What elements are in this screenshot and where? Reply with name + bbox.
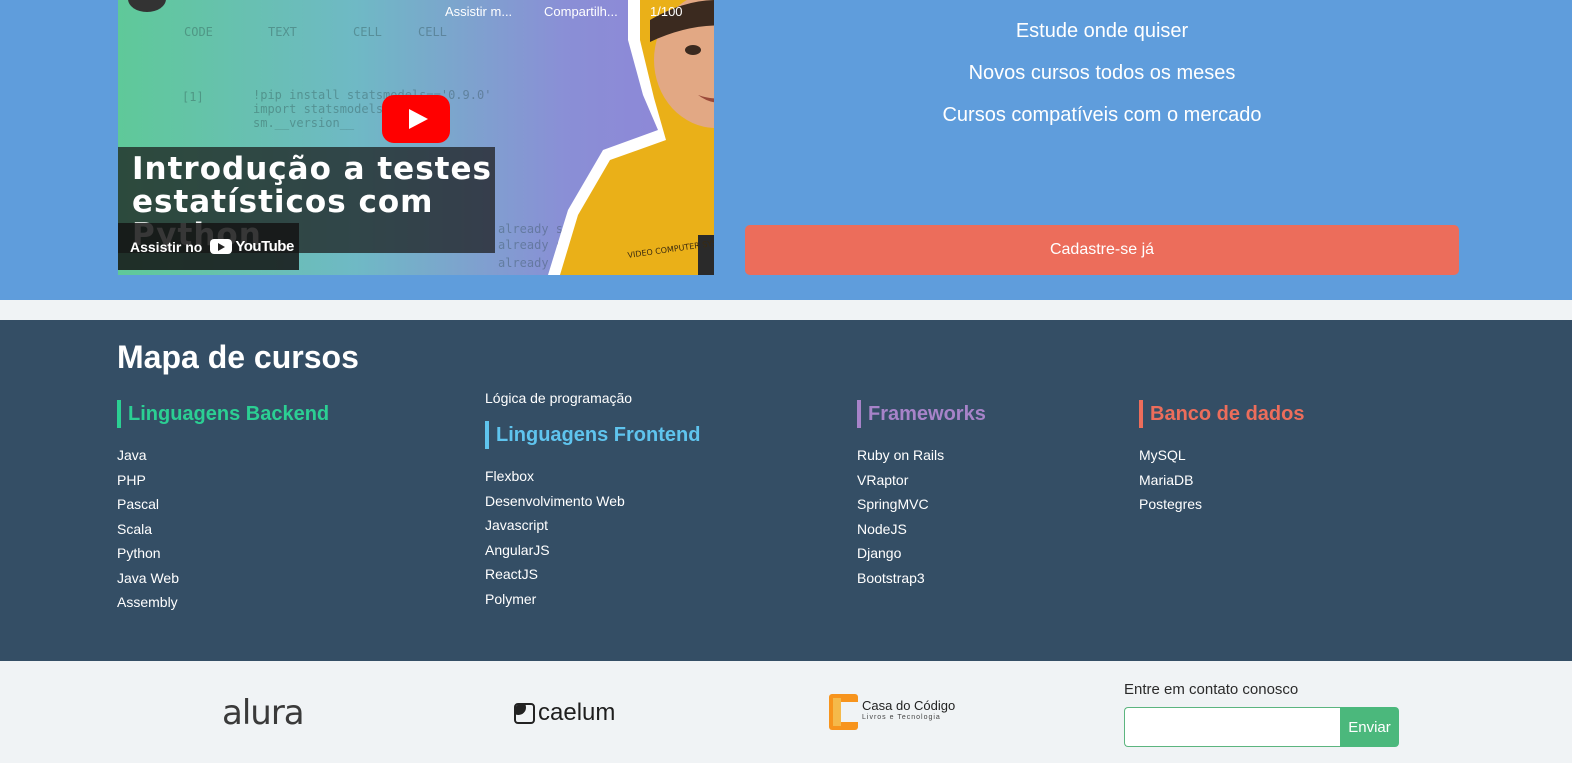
code-tab: CELL [418,25,447,39]
code-line: !pip install statsmodels=='0.9.0' [253,88,492,102]
code-tab: TEXT [268,25,297,39]
course-link[interactable]: VRaptor [857,470,986,495]
code-line: sm.__version__ [253,116,355,130]
course-link[interactable]: Polymer [485,589,700,614]
share-button[interactable]: Compartilh... [544,4,618,19]
course-map-title: Mapa de cursos [117,339,359,375]
watch-later-button[interactable]: Assistir m... [445,4,512,19]
category-frontend: Lógica de programação Linguagens Fronten… [485,390,700,613]
feature-item: Novos cursos todos os meses [968,62,1236,84]
course-link[interactable]: PHP [117,470,329,495]
course-link[interactable]: Python [117,543,329,568]
presenter-image: VIDEO COMPUTER SYSTEM [548,0,714,275]
youtube-icon [210,239,233,254]
category-links: Java PHP Pascal Scala Python Java Web As… [117,445,329,617]
course-link[interactable]: Desenvolvimento Web [485,491,700,516]
course-link[interactable]: Bootstrap3 [857,568,986,593]
play-button[interactable] [382,95,450,143]
casa-do-codigo-logo[interactable]: Casa do Código Livros e Tecnologia [829,694,955,730]
course-link[interactable]: Ruby on Rails [857,445,986,470]
category-databases: Banco de dados MySQL MariaDB Postegres [1139,400,1304,519]
caelum-wordmark: caelum [538,699,616,726]
playlist-counter[interactable]: 1/100 [650,4,683,19]
category-title: Linguagens Frontend [485,421,700,449]
course-link[interactable]: Pascal [117,494,329,519]
video-top-bar: Assistir m... Compartilh... 1/100 [118,0,714,24]
category-links: Ruby on Rails VRaptor SpringMVC NodeJS D… [857,445,986,592]
video-embed[interactable]: CODE TEXT CELL CELL [1] !pip install sta… [118,0,714,275]
category-links: MySQL MariaDB Postegres [1139,445,1304,519]
course-link[interactable]: AngularJS [485,540,700,565]
course-link[interactable]: MySQL [1139,445,1304,470]
course-link[interactable]: Java [117,445,329,470]
alura-logo[interactable]: alura [222,693,305,733]
course-link[interactable]: Django [857,543,986,568]
caelum-mark-icon [514,702,535,724]
signup-button[interactable]: Cadastre-se já [745,225,1459,275]
course-link[interactable]: Scala [117,519,329,544]
contact-label: Entre em contato conosco [1124,681,1299,698]
caelum-logo[interactable]: caelum [514,699,615,727]
code-line: [1] [182,90,204,104]
code-line: import statsmodels [253,102,384,116]
watch-on-youtube-button[interactable]: Assistir no YouTube [118,223,299,270]
course-link[interactable]: Assembly [117,592,329,617]
casa-do-codigo-title: Casa do Código [862,698,956,713]
category-links: Flexbox Desenvolvimento Web Javascript A… [485,466,700,613]
code-tab: CODE [184,25,213,39]
feature-item: Estude onde quiser [1015,20,1189,42]
category-title: Linguagens Backend [117,400,329,428]
channel-avatar-icon[interactable] [128,0,166,12]
feature-item: Cursos compatíveis com o mercado [942,104,1262,126]
course-link[interactable]: SpringMVC [857,494,986,519]
category-backend: Linguagens Backend Java PHP Pascal Scala… [117,400,329,617]
course-link[interactable]: MariaDB [1139,470,1304,495]
send-button[interactable]: Enviar [1340,707,1399,747]
watch-on-label: Assistir no [130,238,203,255]
casa-do-codigo-mark-icon [829,694,858,730]
contact-email-input[interactable] [1124,707,1342,747]
footer: alura caelum Casa do Código Livros e Tec… [0,661,1572,763]
course-map-section: Mapa de cursos Linguagens Backend Java P… [0,320,1572,661]
youtube-logo: YouTube [210,238,294,255]
course-link[interactable]: Flexbox [485,466,700,491]
code-tab: CELL [353,25,382,39]
category-title: Banco de dados [1139,400,1304,428]
play-icon [409,109,428,129]
category-frameworks: Frameworks Ruby on Rails VRaptor SpringM… [857,400,986,592]
course-link-logic[interactable]: Lógica de programação [485,390,700,406]
course-link[interactable]: Postegres [1139,494,1304,519]
hero-section: CODE TEXT CELL CELL [1] !pip install sta… [0,0,1572,300]
course-link[interactable]: Java Web [117,568,329,593]
youtube-wordmark: YouTube [235,238,294,255]
course-link[interactable]: NodeJS [857,519,986,544]
features-list: Estude onde quiser Novos cursos todos os… [745,18,1459,144]
course-link[interactable]: ReactJS [485,564,700,589]
category-title: Frameworks [857,400,986,428]
course-link[interactable]: Javascript [485,515,700,540]
casa-do-codigo-subtitle: Livros e Tecnologia [862,714,941,721]
